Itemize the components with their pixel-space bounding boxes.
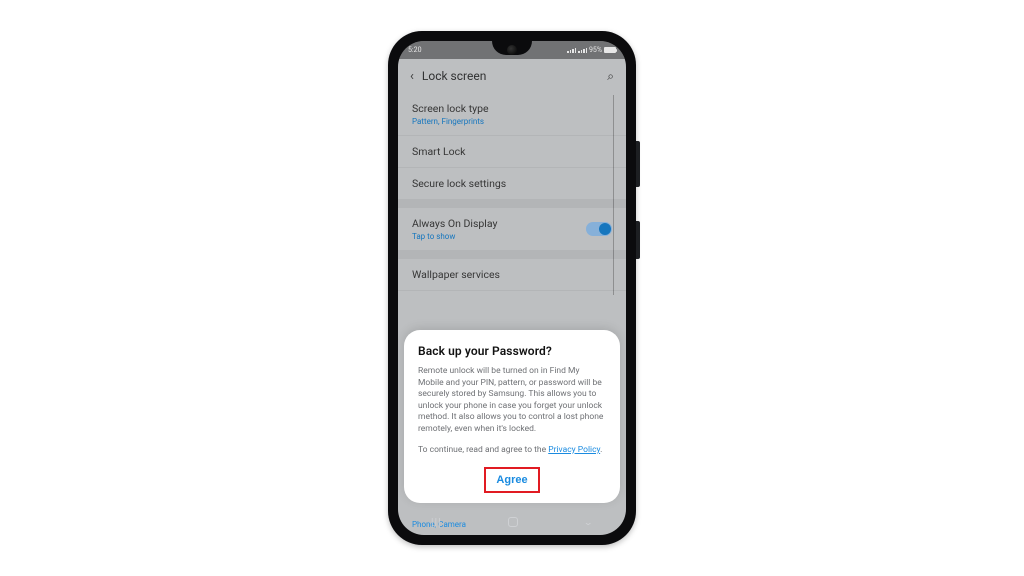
- wifi-icon: [567, 48, 576, 53]
- privacy-suffix: .: [600, 445, 602, 455]
- phone-screen: 5:20 95% ‹ Lock screen ⌕ Screen lock typ…: [398, 41, 626, 535]
- dialog-title: Back up your Password?: [418, 344, 606, 358]
- nav-back-icon[interactable]: ⌄: [583, 517, 593, 527]
- dialog-privacy-line: To continue, read and agree to the Priva…: [418, 445, 606, 455]
- status-time: 5:20: [408, 46, 422, 54]
- privacy-policy-link[interactable]: Privacy Policy: [548, 445, 600, 455]
- dialog-body: Remote unlock will be turned on in Find …: [418, 366, 606, 435]
- nav-home-icon[interactable]: [508, 517, 518, 527]
- agree-button[interactable]: Agree: [484, 467, 539, 493]
- nav-bar: ||| ⌄: [398, 509, 626, 535]
- nav-recent-icon[interactable]: |||: [431, 516, 442, 529]
- volume-button: [636, 141, 640, 187]
- phone-frame: 5:20 95% ‹ Lock screen ⌕ Screen lock typ…: [388, 31, 636, 545]
- privacy-prefix: To continue, read and agree to the: [418, 445, 548, 455]
- backup-password-dialog: Back up your Password? Remote unlock wil…: [404, 330, 620, 503]
- power-button: [636, 221, 640, 259]
- battery-pct: 95%: [589, 46, 602, 54]
- battery-icon: [604, 47, 616, 53]
- signal-icon: [578, 48, 587, 53]
